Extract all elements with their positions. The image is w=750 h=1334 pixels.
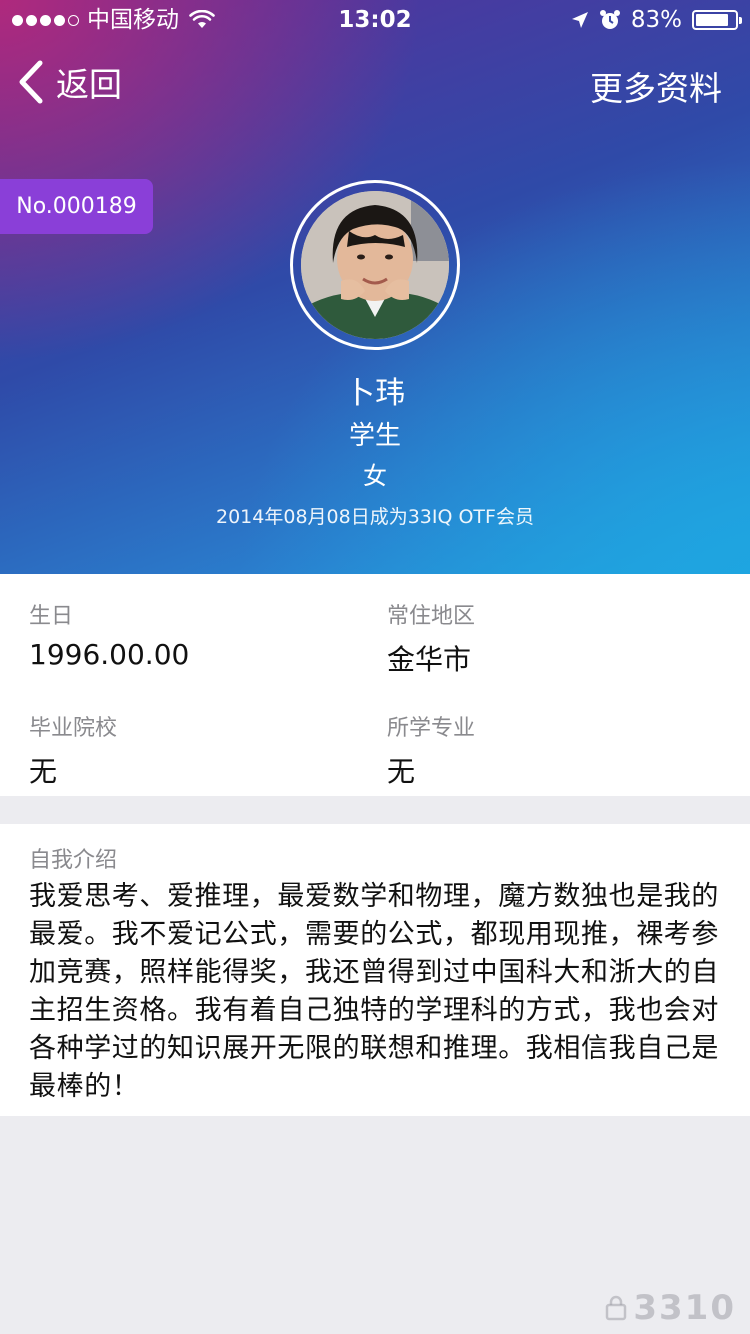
school-field: 毕业院校 无 — [29, 710, 117, 790]
region-label: 常住地区 — [387, 604, 476, 629]
school-value: 无 — [29, 755, 58, 788]
avatar-photo — [301, 191, 449, 339]
profile-name: 卜玮 — [345, 376, 405, 411]
back-button[interactable]: 返回 — [18, 58, 122, 106]
school-label: 毕业院校 — [29, 716, 118, 741]
self-intro-label: 自我介绍 — [29, 848, 118, 873]
back-label: 返回 — [56, 65, 122, 104]
profile-header: 中国移动 13:02 83% 返回 更多资料 No.000189 卜玮 学生 女… — [0, 0, 750, 574]
status-right: 83% — [571, 6, 742, 34]
region-value: 金华市 — [387, 643, 472, 676]
member-since: 2014年08月08日成为33IQ OTF会员 — [216, 506, 534, 528]
lock-icon — [606, 1295, 627, 1321]
region-field: 常住地区 金华市 — [387, 598, 475, 678]
avatar — [301, 191, 449, 339]
watermark-text: 3310 — [633, 1288, 736, 1328]
profile-gender: 女 — [363, 462, 387, 490]
alarm-icon — [599, 10, 620, 29]
birthday-label: 生日 — [29, 604, 74, 629]
status-bar: 中国移动 13:02 83% — [0, 0, 750, 40]
profile-details-card: 生日 1996.00.00 常住地区 金华市 毕业院校 无 所学专业 无 — [0, 574, 750, 796]
major-field: 所学专业 无 — [387, 710, 475, 790]
battery-percent: 83% — [630, 7, 682, 33]
self-intro-text: 我爱思考、爱推理，最爱数学和物理，魔方数独也是我的最爱。我不爱记公式，需要的公式… — [29, 881, 719, 1102]
self-intro-card: 自我介绍 我爱思考、爱推理，最爱数学和物理，魔方数独也是我的最爱。我不爱记公式，… — [0, 824, 750, 1116]
avatar-frame[interactable] — [290, 180, 460, 350]
battery-icon — [692, 10, 742, 30]
major-value: 无 — [387, 755, 416, 788]
member-number-badge: No.000189 — [0, 179, 153, 234]
profile-role: 学生 — [348, 421, 401, 451]
location-arrow-icon — [571, 12, 588, 28]
birthday-field: 生日 1996.00.00 — [29, 598, 189, 671]
birthday-value: 1996.00.00 — [29, 638, 190, 671]
watermark: 3310 — [605, 1288, 736, 1328]
chevron-left-icon — [19, 60, 43, 104]
more-info-button[interactable]: 更多资料 — [590, 62, 722, 110]
major-label: 所学专业 — [387, 716, 476, 741]
